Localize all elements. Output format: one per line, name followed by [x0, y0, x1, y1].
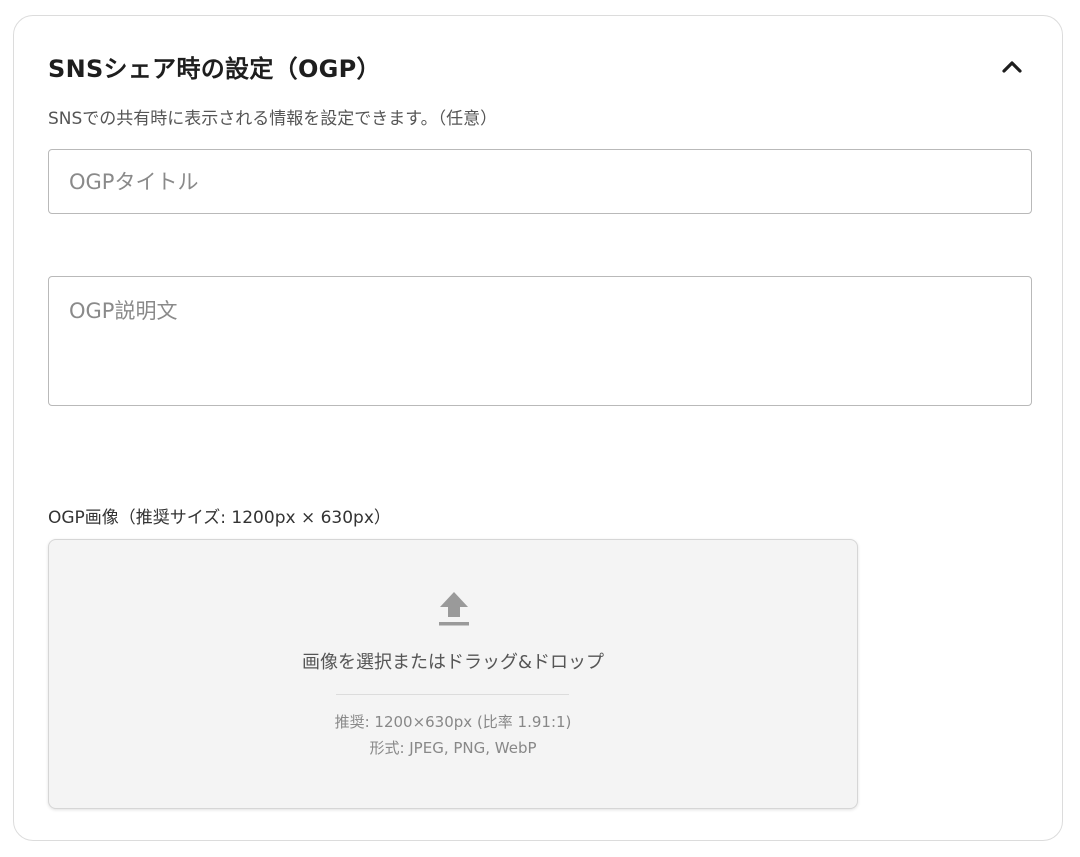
dropzone-divider [336, 694, 569, 695]
section-description: SNSでの共有時に表示される情報を設定できます。（任意） [48, 109, 498, 129]
ogp-title-input[interactable] [48, 149, 1032, 214]
dropzone-text: 画像を選択またはドラッグ&ドロップ [301, 652, 605, 673]
upload-icon [439, 592, 469, 626]
ogp-description-textarea[interactable] [48, 276, 1032, 406]
collapse-button[interactable] [994, 49, 1030, 85]
dropzone-size-hint: 推奨: 1200×630px (比率 1.91:1) [334, 713, 572, 731]
ogp-settings-card: SNSシェア時の設定（OGP） SNSでの共有時に表示される情報を設定できます。… [13, 15, 1063, 841]
image-dropzone[interactable]: 画像を選択またはドラッグ&ドロップ 推奨: 1200×630px (比率 1.9… [48, 539, 858, 809]
section-title: SNSシェア時の設定（OGP） [48, 55, 381, 83]
dropzone-format-hint: 形式: JPEG, PNG, WebP [369, 739, 537, 757]
ogp-image-label: OGP画像（推奨サイズ: 1200px × 630px） [48, 508, 391, 528]
chevron-up-icon [1002, 61, 1022, 73]
